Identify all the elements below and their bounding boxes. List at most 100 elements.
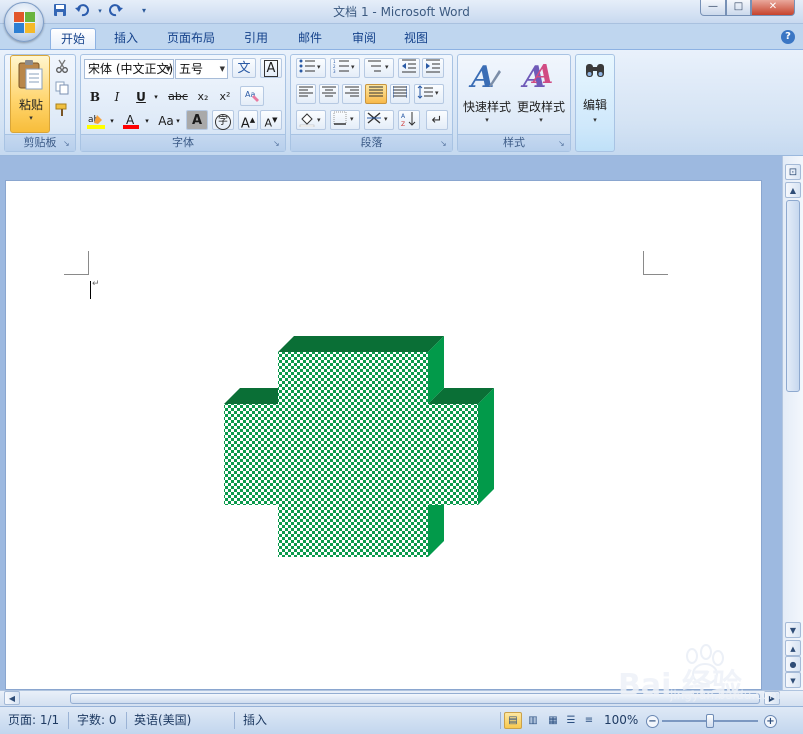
subscript-button[interactable]: x₂: [193, 87, 213, 107]
office-button[interactable]: [4, 2, 44, 42]
scroll-left-icon[interactable]: ◀: [4, 691, 20, 705]
chinese-layout-button[interactable]: ▾: [364, 110, 394, 130]
tab-page-layout[interactable]: 页面布局: [160, 28, 222, 50]
window-title: 文档 1 - Microsoft Word: [333, 5, 470, 19]
justify-button[interactable]: [365, 84, 387, 104]
vertical-scrollbar[interactable]: ⊡ ▲ ▼ ▲ ● ▼: [782, 156, 803, 690]
cut-icon[interactable]: [53, 58, 71, 78]
align-right-button[interactable]: [342, 84, 362, 104]
highlight-dropdown-icon[interactable]: ▾: [107, 111, 117, 131]
minimize-button[interactable]: —: [700, 0, 726, 16]
tab-home[interactable]: 开始: [50, 28, 96, 50]
grow-font-button[interactable]: A▲: [238, 110, 258, 132]
close-button[interactable]: ✕: [751, 0, 795, 16]
show-paragraph-marks-button[interactable]: ↵: [426, 110, 448, 130]
font-name-combo[interactable]: 宋体 (中文正文) ▼: [84, 59, 174, 79]
zoom-level[interactable]: 100%: [604, 711, 646, 729]
tab-review[interactable]: 审阅: [344, 28, 384, 50]
shrink-font-button[interactable]: A▼: [260, 110, 282, 130]
superscript-button[interactable]: x²: [215, 87, 235, 107]
decrease-indent-button[interactable]: [398, 58, 420, 78]
quick-styles-button[interactable]: A 快速样式 ▾: [461, 56, 513, 128]
ribbon-tabs: 开始 插入 页面布局 引用 邮件 审阅 视图: [0, 24, 803, 50]
tab-view[interactable]: 视图: [396, 28, 436, 50]
status-insert-mode[interactable]: 插入: [243, 711, 275, 729]
print-layout-view-icon[interactable]: ▤: [504, 712, 522, 729]
bold-button[interactable]: B: [85, 87, 105, 107]
vertical-scroll-thumb[interactable]: [786, 200, 800, 392]
font-color-button[interactable]: A: [120, 111, 142, 131]
draft-view-icon[interactable]: ≡: [580, 712, 598, 729]
tab-references[interactable]: 引用: [236, 28, 276, 50]
multilevel-list-button[interactable]: ▾: [364, 58, 394, 78]
zoom-in-icon[interactable]: +: [764, 715, 777, 728]
editing-group-label: [576, 134, 614, 151]
shading-button[interactable]: ▾: [296, 110, 326, 130]
svg-text:▾: ▾: [317, 116, 321, 124]
format-painter-icon[interactable]: [53, 102, 71, 122]
clipboard-launcher-icon[interactable]: ↘: [63, 139, 72, 148]
change-styles-button[interactable]: A A 更改样式 ▾: [515, 56, 567, 128]
underline-button[interactable]: U: [131, 87, 151, 107]
styles-launcher-icon[interactable]: ↘: [558, 139, 567, 148]
italic-button[interactable]: I: [107, 87, 127, 107]
crop-mark-top-left-horizontal: [64, 274, 88, 275]
highlight-button[interactable]: ab: [85, 111, 107, 131]
help-icon[interactable]: ?: [781, 30, 795, 44]
borders-button[interactable]: ▾: [330, 110, 360, 130]
distributed-icon: [392, 86, 408, 98]
tab-insert[interactable]: 插入: [106, 28, 146, 50]
maximize-button[interactable]: □: [726, 0, 751, 16]
numbering-button[interactable]: 1 2 3 ▾: [330, 58, 360, 78]
strikethrough-button[interactable]: abc: [165, 87, 191, 107]
bullets-button[interactable]: ▾: [296, 58, 326, 78]
styles-group-label: 样式: [458, 134, 570, 151]
status-language[interactable]: 英语(美国): [134, 711, 199, 729]
paste-dropdown-icon[interactable]: ▾: [11, 114, 51, 122]
font-size-combo[interactable]: 五号 ▼: [175, 59, 228, 79]
svg-text:▾: ▾: [351, 63, 355, 71]
status-page[interactable]: 页面: 1/1: [8, 711, 67, 729]
zoom-out-icon[interactable]: −: [646, 715, 659, 728]
editing-button[interactable]: 编辑 ▾: [569, 56, 621, 128]
outline-view-icon[interactable]: ☰: [562, 712, 580, 729]
full-screen-reading-view-icon[interactable]: ▥: [524, 712, 542, 729]
enclosed-character-icon: 字: [215, 114, 231, 130]
change-styles-label: 更改样式: [516, 100, 565, 114]
character-shading-button[interactable]: A: [186, 110, 208, 130]
cross-shape[interactable]: [216, 336, 506, 566]
font-color-dropdown-icon[interactable]: ▾: [142, 111, 152, 131]
tab-mailings[interactable]: 邮件: [290, 28, 330, 50]
highlighter-icon: ab: [87, 115, 105, 129]
sort-button[interactable]: AZ: [398, 110, 420, 130]
cross-right-arm-side-face: [478, 388, 494, 505]
web-layout-view-icon[interactable]: ▦: [544, 712, 562, 729]
phonetic-guide-button[interactable]: 文: [232, 58, 256, 78]
scroll-up-icon[interactable]: ▲: [785, 182, 801, 198]
distributed-button[interactable]: [390, 84, 410, 104]
align-center-button[interactable]: [319, 84, 339, 104]
status-word-count[interactable]: 字数: 0: [77, 711, 125, 729]
scroll-down-icon[interactable]: ▼: [785, 622, 801, 638]
chevron-down-icon: ▾: [485, 116, 489, 124]
chevron-down-icon: ▾: [539, 116, 543, 124]
character-border-icon: A: [263, 60, 279, 77]
copy-icon[interactable]: [53, 80, 71, 100]
document-page[interactable]: ↵: [5, 180, 762, 690]
enclosed-character-button[interactable]: 字: [212, 110, 234, 130]
zoom-slider-thumb[interactable]: [706, 714, 714, 728]
line-spacing-button[interactable]: ▾: [414, 84, 444, 104]
ruler-toggle-icon[interactable]: ⊡: [785, 164, 801, 180]
font-launcher-icon[interactable]: ↘: [273, 139, 282, 148]
grow-font-label: A: [240, 116, 250, 132]
paragraph-launcher-icon[interactable]: ↘: [440, 139, 449, 148]
change-case-dropdown-icon[interactable]: ▾: [174, 111, 182, 131]
sort-icon: AZ: [401, 112, 416, 128]
increase-indent-button[interactable]: [422, 58, 444, 78]
phonetic-guide-icon: 文: [237, 61, 251, 76]
paste-button[interactable]: 粘贴 ▾: [10, 55, 50, 133]
underline-dropdown-icon[interactable]: ▾: [151, 87, 161, 107]
clear-formatting-button[interactable]: Aa: [240, 86, 264, 106]
character-border-button[interactable]: A: [260, 58, 282, 78]
align-left-button[interactable]: [296, 84, 316, 104]
